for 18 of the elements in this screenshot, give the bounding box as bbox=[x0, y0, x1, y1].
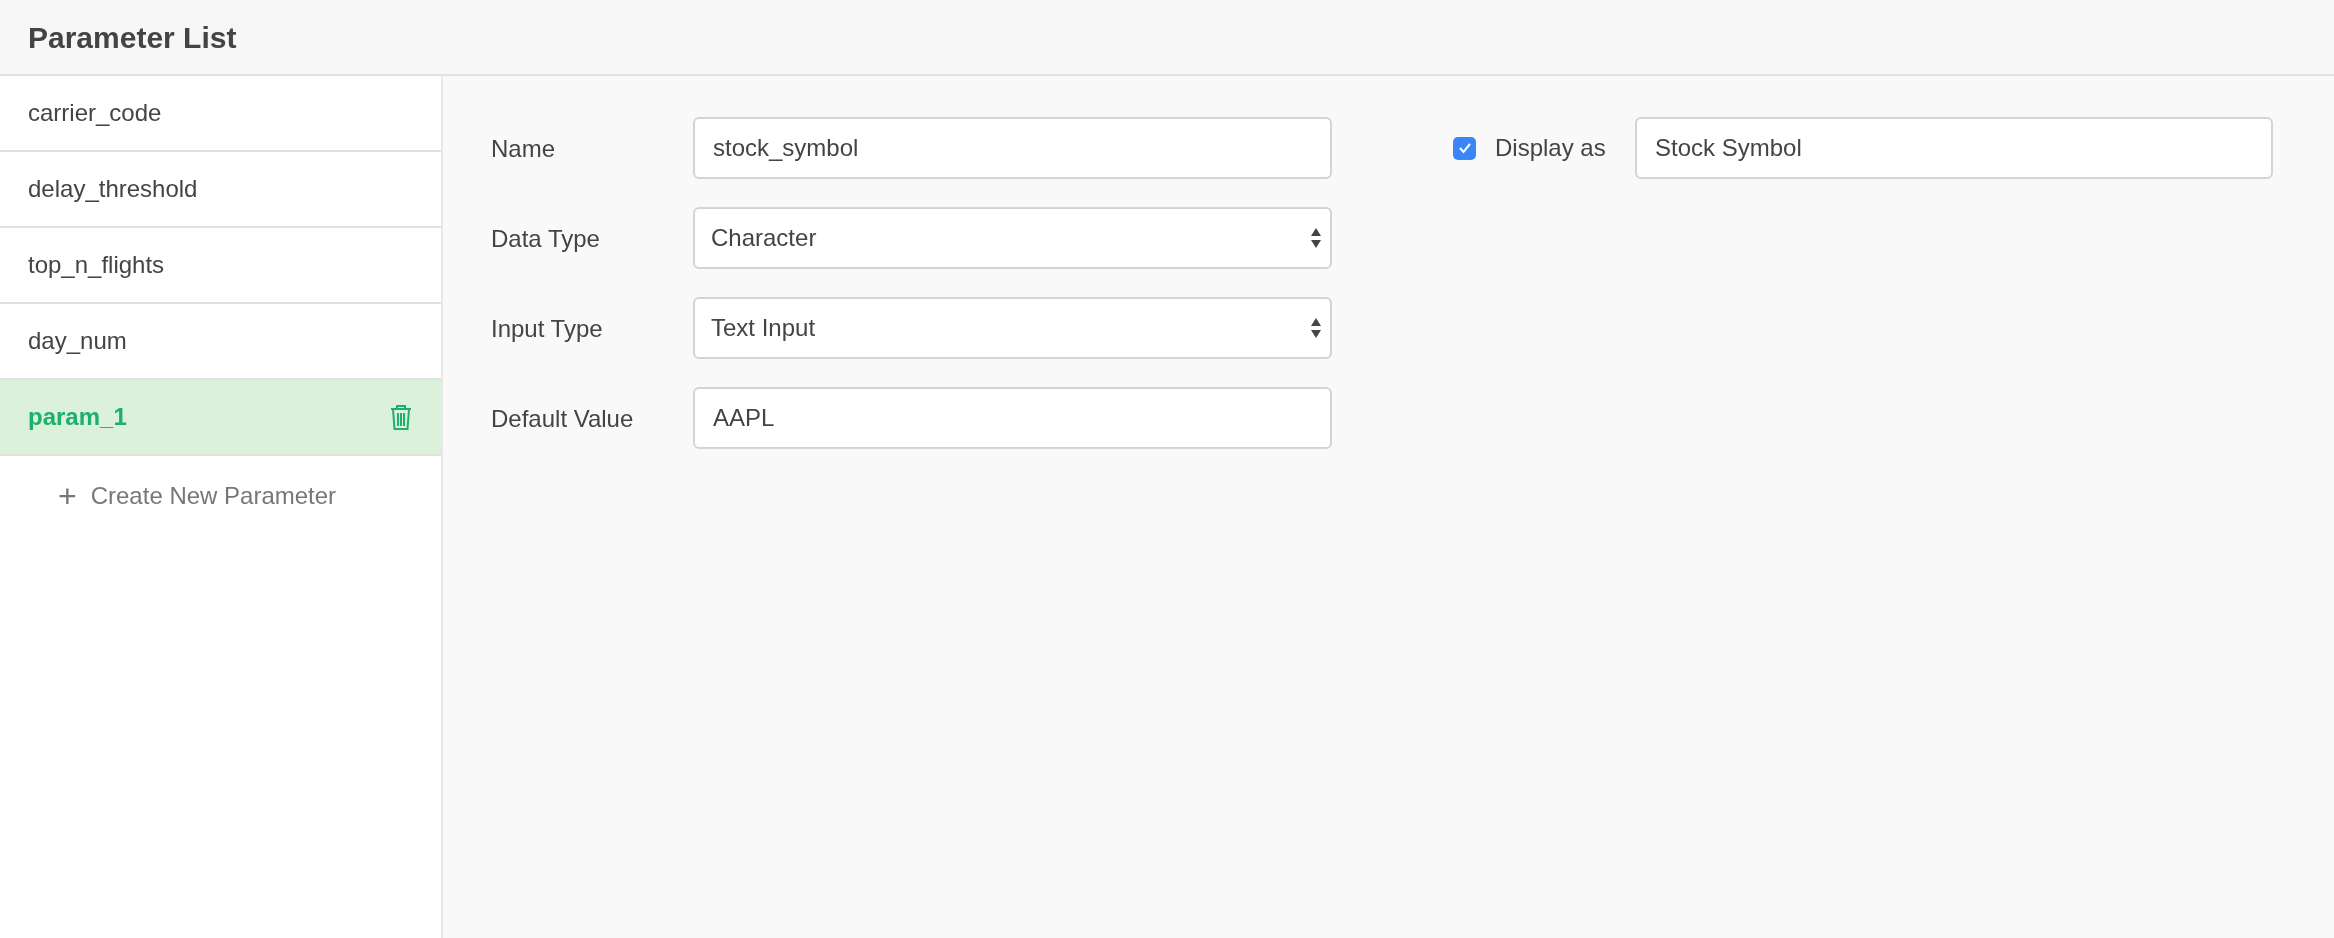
create-parameter-link[interactable]: + Create New Parameter bbox=[58, 478, 441, 514]
field-label: Default Value bbox=[491, 404, 635, 434]
select-dropdown[interactable]: Character bbox=[693, 207, 1332, 269]
checkmark-icon bbox=[1457, 142, 1472, 154]
field-label: Input Type bbox=[491, 314, 604, 344]
page-title: Parameter List bbox=[28, 19, 237, 56]
text-input[interactable]: stock_symbol bbox=[693, 117, 1332, 179]
text-input[interactable]: AAPL bbox=[693, 387, 1332, 449]
sort-arrows-icon bbox=[1310, 227, 1322, 249]
field-label: Name bbox=[491, 134, 557, 164]
display-name-input[interactable]: Stock Symbol bbox=[1635, 117, 2273, 179]
checkbox[interactable] bbox=[1453, 136, 1476, 160]
plus-icon: + bbox=[58, 480, 77, 512]
trash-icon[interactable] bbox=[389, 403, 413, 431]
field-label: Data Type bbox=[491, 224, 601, 254]
display-as-label: Display as bbox=[1495, 133, 1607, 163]
select-dropdown[interactable]: Text Input bbox=[693, 297, 1332, 359]
sort-arrows-icon bbox=[1310, 317, 1322, 339]
